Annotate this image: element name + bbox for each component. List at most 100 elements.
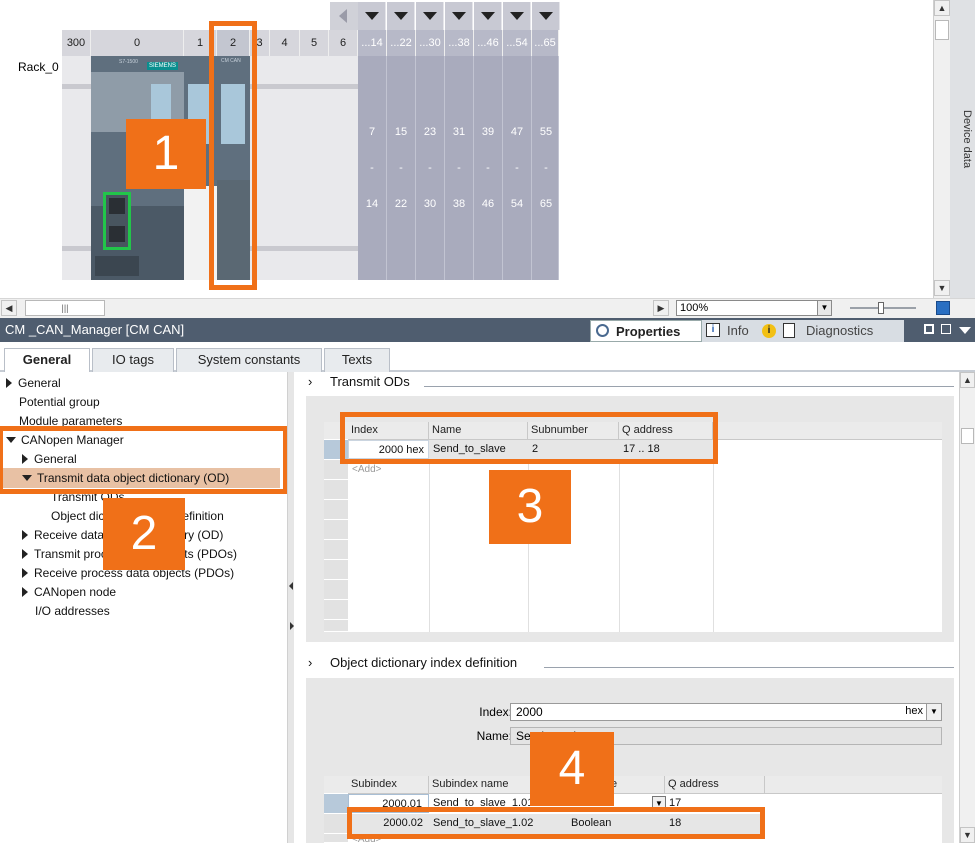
expand-slot-button[interactable] — [445, 2, 473, 30]
index-label: Index: — [479, 705, 512, 719]
highlight-box-3 — [340, 412, 718, 464]
slot-header-0[interactable]: 0 — [91, 30, 184, 56]
index-input[interactable]: 2000 hex ▼ — [510, 703, 942, 721]
properties-icon — [596, 324, 609, 337]
slot-header-6[interactable]: 6 — [329, 30, 358, 56]
inspector-title: CM _CAN_Manager [CM CAN] — [5, 322, 185, 337]
arrow-left-icon — [339, 9, 347, 23]
info-icon: i — [706, 323, 720, 337]
expand-icon[interactable] — [22, 549, 28, 559]
range-header[interactable]: ...22 — [387, 30, 416, 56]
expand-icon[interactable] — [22, 568, 28, 578]
expand-slot-button[interactable] — [387, 2, 415, 30]
tab-properties[interactable]: Properties — [590, 320, 702, 342]
expand-slot-button[interactable] — [532, 2, 560, 30]
scroll-thumb[interactable] — [961, 428, 974, 444]
tree-item-general[interactable]: General — [6, 376, 61, 390]
chevron-down-icon[interactable]: ▼ — [926, 704, 941, 720]
tree-item-canopen-node[interactable]: CANopen node — [22, 585, 116, 599]
inspector-titlebar: CM _CAN_Manager [CM CAN] Properties i In… — [0, 318, 975, 342]
scroll-up-button[interactable]: ▲ — [960, 372, 975, 388]
range-start: 15 — [394, 126, 408, 138]
zoom-value: 100% — [680, 302, 709, 314]
ethernet-port-icon[interactable] — [109, 198, 125, 214]
scroll-thumb[interactable] — [935, 20, 949, 40]
expand-icon[interactable] — [22, 587, 28, 597]
column-header-subindex[interactable]: Subindex — [348, 776, 429, 794]
slot-header-300[interactable]: 300 — [62, 30, 91, 56]
slot-range-column[interactable]: 39 - 46 — [474, 56, 503, 280]
scroll-down-button[interactable]: ▼ — [960, 827, 975, 843]
h-scroll-thumb[interactable]: ||| — [25, 300, 105, 316]
slot-header-4[interactable]: 4 — [270, 30, 300, 56]
device-view: Rack_0 300 0 1 2 3 4 5 6 ...14 ...22 ...… — [0, 0, 975, 318]
section-toggle[interactable]: › — [308, 374, 312, 389]
tree-item-io-addresses[interactable]: I/O addresses — [35, 604, 110, 618]
cpu-tag-label: S7-1500 — [119, 59, 138, 65]
range-end: 46 — [481, 198, 495, 210]
zoom-select[interactable]: 100% ▼ — [676, 300, 832, 316]
layout-icon[interactable] — [941, 324, 951, 334]
range-header[interactable]: ...46 — [474, 30, 503, 56]
slot-range-column[interactable]: 7 - 14 — [358, 56, 387, 280]
range-start: 55 — [539, 126, 553, 138]
tab-io-tags[interactable]: IO tags — [92, 348, 174, 372]
slot-range-column[interactable]: 23 - 30 — [416, 56, 445, 280]
tab-texts[interactable]: Texts — [324, 348, 390, 372]
collapse-arrow-icon[interactable] — [289, 582, 293, 590]
scroll-right-button[interactable]: ▶ — [653, 300, 669, 316]
row-header[interactable] — [324, 460, 348, 632]
chevron-down-icon[interactable] — [959, 327, 971, 334]
tab-diagnostics[interactable]: Diagnostics — [778, 320, 904, 342]
range-header[interactable]: ...30 — [416, 30, 445, 56]
slot-range-column[interactable]: 15 - 22 — [387, 56, 416, 280]
expand-icon[interactable] — [6, 378, 12, 388]
row-header[interactable] — [324, 794, 348, 814]
expand-slot-button[interactable] — [416, 2, 444, 30]
device-data-label: Device data — [961, 110, 973, 169]
highlight-box-1 — [209, 21, 257, 290]
expand-icon[interactable] — [22, 530, 28, 540]
device-data-sidetab[interactable]: Device data — [950, 0, 975, 298]
expand-slot-button[interactable] — [358, 2, 386, 30]
device-view-scrollbar[interactable]: ▲ ▼ — [933, 0, 950, 298]
ethernet-port-icon[interactable] — [109, 226, 125, 242]
row-header[interactable] — [324, 834, 348, 843]
slot-range-column[interactable]: 31 - 38 — [445, 56, 474, 280]
slot-range-column[interactable]: 55 - 65 — [532, 56, 559, 280]
expand-slot-button[interactable] — [503, 2, 531, 30]
zoom-slider-thumb[interactable] — [878, 302, 884, 314]
column-header-filler — [713, 422, 942, 440]
row-header-corner — [324, 776, 348, 794]
scroll-down-button[interactable]: ▼ — [934, 280, 950, 296]
range-dash: - — [515, 162, 519, 174]
range-end: 30 — [423, 198, 437, 210]
scroll-left-button[interactable]: ◀ — [1, 300, 17, 316]
range-header[interactable]: ...14 — [358, 30, 387, 56]
collapse-left-button[interactable] — [330, 2, 358, 30]
section-toggle[interactable]: › — [308, 655, 312, 670]
slot-range-column[interactable]: 47 - 54 — [503, 56, 532, 280]
tab-properties-label: Properties — [616, 324, 681, 339]
tab-system-constants[interactable]: System constants — [176, 348, 322, 372]
column-header-q-address[interactable]: Q address — [665, 776, 765, 794]
tree-item-label: CANopen node — [34, 585, 117, 599]
range-header[interactable]: ...65 — [532, 30, 559, 56]
panel-splitter[interactable] — [287, 372, 294, 843]
scroll-up-button[interactable]: ▲ — [934, 0, 950, 16]
inspector-scrollbar[interactable]: ▲ ▼ — [959, 372, 975, 843]
range-start: 47 — [510, 126, 524, 138]
restore-icon[interactable] — [924, 324, 934, 334]
range-header[interactable]: ...54 — [503, 30, 532, 56]
expand-slot-button[interactable] — [474, 2, 502, 30]
slot-header-5[interactable]: 5 — [300, 30, 329, 56]
chevron-down-icon[interactable]: ▼ — [817, 301, 831, 315]
tab-general[interactable]: General — [4, 348, 90, 374]
tree-item-potential-group[interactable]: Potential group — [19, 395, 100, 409]
overview-icon[interactable] — [936, 301, 950, 315]
range-end: 22 — [394, 198, 408, 210]
tab-info[interactable]: i Info i — [702, 320, 778, 342]
row-header[interactable] — [324, 814, 348, 834]
range-header[interactable]: ...38 — [445, 30, 474, 56]
range-start: 31 — [452, 126, 466, 138]
